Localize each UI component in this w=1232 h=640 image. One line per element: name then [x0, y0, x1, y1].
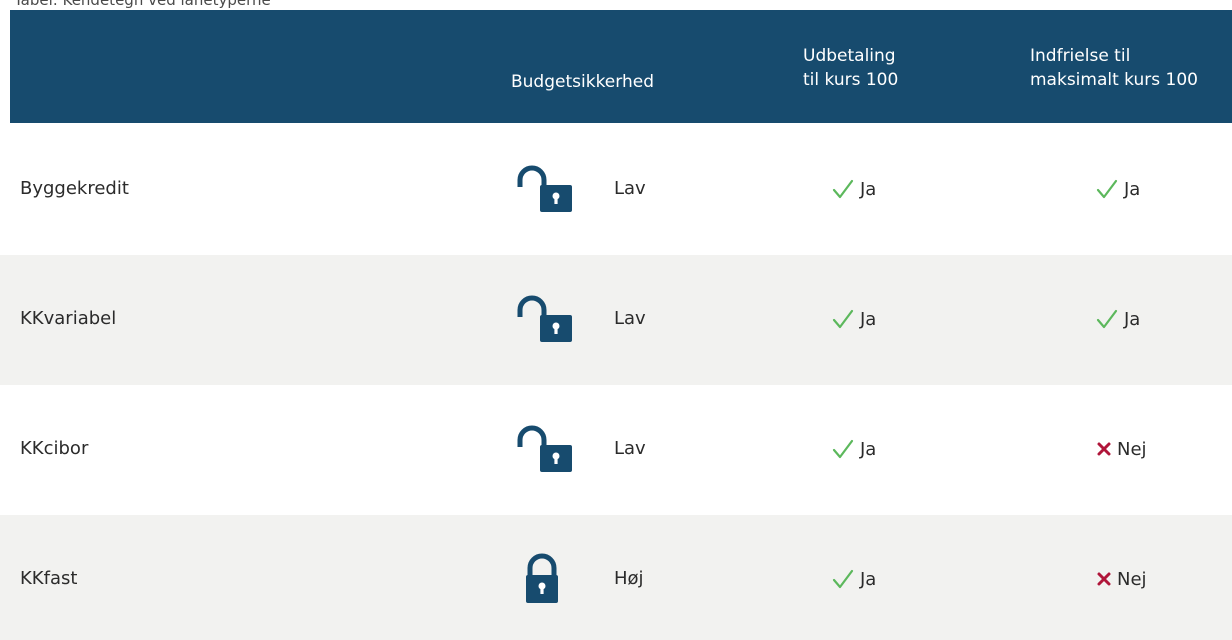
- indfrielse-value: Nej: [1096, 435, 1147, 463]
- unlocked-padlock-icon: [514, 423, 578, 479]
- locked-padlock-icon: [524, 551, 588, 607]
- budget-level: Lav: [614, 178, 646, 199]
- budget-level: Lav: [614, 438, 646, 459]
- check-icon: [832, 568, 854, 590]
- unlocked-padlock-icon: [514, 293, 578, 349]
- loan-name: Byggekredit: [20, 178, 129, 199]
- table-row: KKvariabel Lav Ja Ja: [0, 255, 1232, 385]
- loan-name: KKfast: [20, 568, 78, 589]
- header-udbetaling: Udbetaling til kurs 100: [803, 46, 899, 90]
- loan-name: KKvariabel: [20, 308, 117, 329]
- budget-level: Lav: [614, 308, 646, 329]
- cross-icon: [1096, 571, 1112, 587]
- check-icon: [832, 438, 854, 460]
- check-icon: [832, 308, 854, 330]
- udbetaling-value: Ja: [832, 565, 876, 593]
- cropped-caption: Tabel: Kendetegn ved lånetyperne: [14, 0, 271, 9]
- cross-icon: [1096, 441, 1112, 457]
- loan-comparison-table: Tabel: Kendetegn ved lånetyperne Budgets…: [0, 0, 1232, 640]
- udbetaling-value: Ja: [832, 435, 876, 463]
- table-header: Budgetsikkerhed Udbetaling til kurs 100 …: [10, 10, 1232, 123]
- header-budgetsikkerhed: Budgetsikkerhed: [511, 72, 654, 92]
- check-icon: [1096, 178, 1118, 200]
- indfrielse-value: Ja: [1096, 305, 1140, 333]
- check-icon: [1096, 308, 1118, 330]
- table-row: KKfast Høj Ja Nej: [0, 515, 1232, 640]
- udbetaling-value: Ja: [832, 175, 876, 203]
- check-icon: [832, 178, 854, 200]
- indfrielse-value: Ja: [1096, 175, 1140, 203]
- udbetaling-value: Ja: [832, 305, 876, 333]
- header-indfrielse: Indfrielse til maksimalt kurs 100: [1030, 46, 1198, 90]
- table-row: KKcibor Lav Ja Nej: [0, 385, 1232, 515]
- indfrielse-value: Nej: [1096, 565, 1147, 593]
- unlocked-padlock-icon: [514, 163, 578, 219]
- loan-name: KKcibor: [20, 438, 89, 459]
- table-row: Byggekredit Lav Ja Ja: [0, 125, 1232, 255]
- budget-level: Høj: [614, 568, 644, 589]
